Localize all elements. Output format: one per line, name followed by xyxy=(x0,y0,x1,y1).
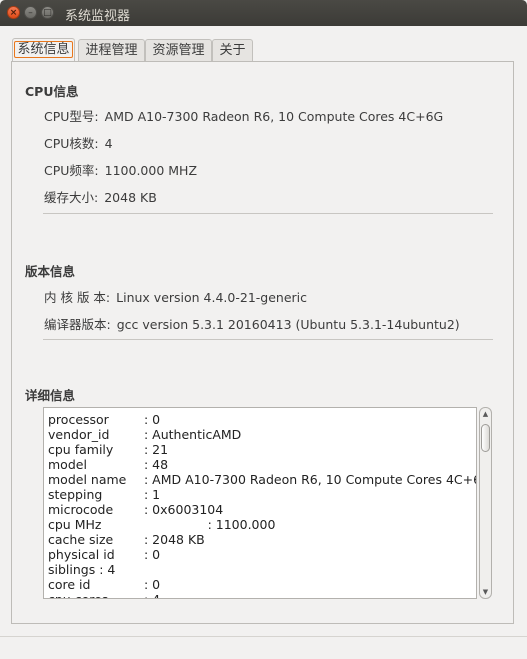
cache-size-label: 缓存大小: xyxy=(44,190,99,205)
detail-value: : 1 xyxy=(144,487,161,502)
system-info-panel: CPU信息 CPU型号: AMD A10-7300 Radeon R6, 10 C… xyxy=(11,61,514,624)
detail-value: : 2048 KB xyxy=(144,532,205,547)
scrollbar-thumb[interactable] xyxy=(481,424,490,452)
cpu-cores-label: CPU核数: xyxy=(44,136,99,151)
close-window-button[interactable]: × xyxy=(7,6,20,19)
details-text-view[interactable]: processor : 0 vendor_id : AuthenticAMD cpu… xyxy=(43,407,477,599)
detail-value: : AuthenticAMD xyxy=(144,427,242,442)
separator xyxy=(43,339,493,340)
detail-value: : 21 xyxy=(144,442,169,457)
detail-value: : 4 xyxy=(144,592,160,598)
detail-key: physical id xyxy=(48,547,115,562)
detail-key: cpu family xyxy=(48,442,114,457)
window-title: 系统监视器 xyxy=(65,9,131,24)
tab-label: 关于 xyxy=(219,43,246,58)
cpu-frequency-value: 1100.000 MHZ xyxy=(104,163,198,178)
detail-key: model xyxy=(48,457,87,472)
tab-label: 进程管理 xyxy=(85,43,138,58)
detail-value: : 0x6003104 xyxy=(144,502,224,517)
kernel-version-value: Linux version 4.4.0-21-generic xyxy=(116,290,308,305)
detail-key: stepping xyxy=(48,487,103,502)
details-heading: 详细信息 xyxy=(25,388,76,403)
status-bar xyxy=(0,636,527,659)
cpu-frequency-label: CPU频率: xyxy=(44,163,99,178)
version-info-heading: 版本信息 xyxy=(25,264,76,279)
detail-key: cpu MHz xyxy=(48,517,102,532)
detail-value: : 0 xyxy=(144,547,161,562)
maximize-icon: □ xyxy=(43,8,52,18)
detail-key: siblings : 4 xyxy=(48,562,116,577)
detail-value: : 0 xyxy=(144,577,161,592)
cpu-info-heading: CPU信息 xyxy=(25,84,79,99)
cpu-model-value: AMD A10-7300 Radeon R6, 10 Compute Cores… xyxy=(104,109,444,124)
tab-process-management[interactable]: 进程管理 xyxy=(78,39,145,62)
tab-about[interactable]: 关于 xyxy=(212,39,253,62)
detail-key: cache size xyxy=(48,532,114,547)
detail-key: microcode xyxy=(48,502,114,517)
kernel-version-label: 内 核 版 本: xyxy=(44,290,111,305)
detail-key: model name xyxy=(48,472,127,487)
compiler-version-label: 编译器版本: xyxy=(44,317,111,332)
scroll-down-arrow-icon[interactable]: ▼ xyxy=(480,588,491,596)
detail-key: vendor_id xyxy=(48,427,110,442)
detail-key: processor xyxy=(48,412,109,427)
cpu-cores-row: CPU核数: 4 xyxy=(44,133,113,152)
detail-value: : 48 xyxy=(144,457,169,472)
maximize-window-button[interactable]: □ xyxy=(41,6,54,19)
separator xyxy=(43,213,493,214)
scroll-up-arrow-icon[interactable]: ▲ xyxy=(480,410,491,418)
close-icon: × xyxy=(9,8,18,18)
cpu-model-row: CPU型号: AMD A10-7300 Radeon R6, 10 Compute… xyxy=(44,106,443,125)
detail-key: cpu cores xyxy=(48,592,108,598)
minimize-window-button[interactable]: – xyxy=(24,6,37,19)
cpu-model-label: CPU型号: xyxy=(44,109,99,124)
detail-value: : 1100.000 xyxy=(144,517,276,532)
cpu-frequency-row: CPU频率: 1100.000 MHZ xyxy=(44,160,197,179)
tab-label: 资源管理 xyxy=(152,43,205,58)
tab-label: 系统信息 xyxy=(14,41,73,58)
minimize-icon: – xyxy=(28,8,33,18)
title-bar: × – □ 系统监视器 xyxy=(0,0,527,26)
tab-resource-management[interactable]: 资源管理 xyxy=(145,39,212,62)
cache-size-value: 2048 KB xyxy=(104,190,157,205)
details-scrollbar[interactable]: ▲ ▼ xyxy=(479,407,492,599)
compiler-version-value: gcc version 5.3.1 20160413 (Ubuntu 5.3.1… xyxy=(116,317,460,332)
detail-value: : 0 xyxy=(144,412,161,427)
compiler-version-row: 编译器版本: gcc version 5.3.1 20160413 (Ubuntu… xyxy=(44,314,460,333)
cache-size-row: 缓存大小: 2048 KB xyxy=(44,187,157,206)
detail-value: : AMD A10-7300 Radeon R6, 10 Compute Cor… xyxy=(144,472,477,487)
cpu-cores-value: 4 xyxy=(104,136,113,151)
detail-key: core id xyxy=(48,577,91,592)
kernel-version-row: 内 核 版 本: Linux version 4.4.0-21-generic xyxy=(44,287,307,306)
